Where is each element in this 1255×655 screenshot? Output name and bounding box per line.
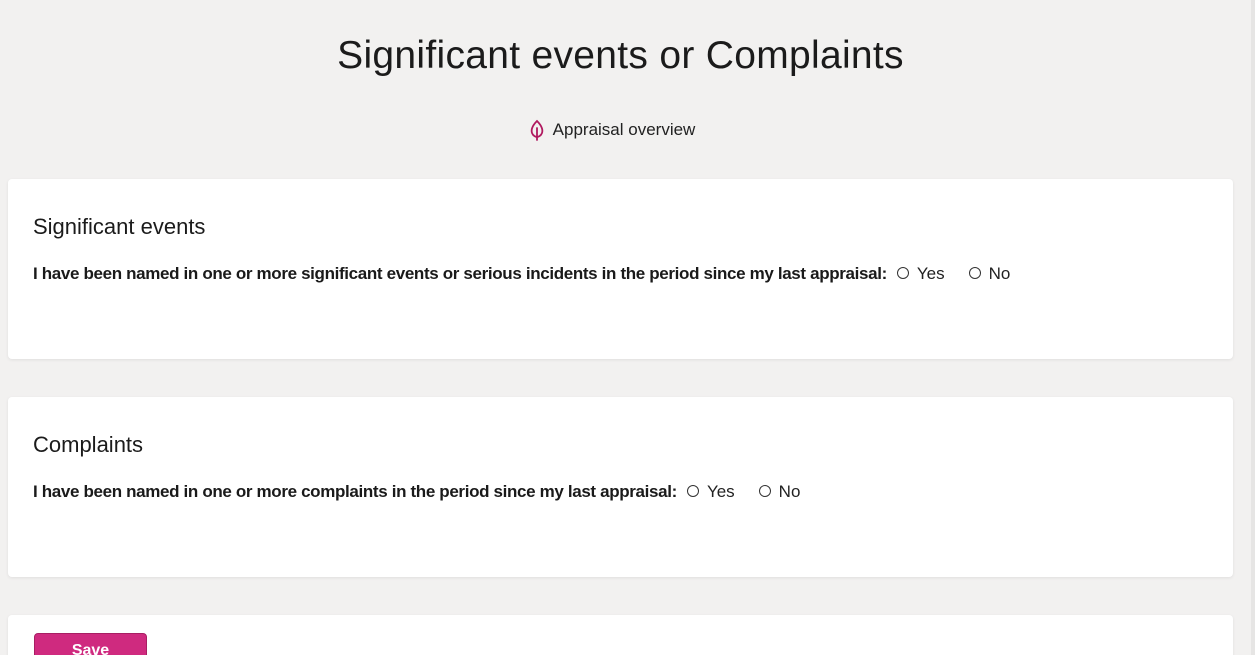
complaints-no-radio[interactable]: No	[758, 482, 801, 502]
radio-button-icon[interactable]	[968, 266, 981, 279]
radio-label-no: No	[778, 482, 801, 501]
radio-label-no: No	[988, 264, 1011, 283]
radio-button-icon[interactable]	[896, 266, 909, 279]
appraisal-overview-label: Appraisal overview	[552, 120, 696, 139]
radio-button-icon[interactable]	[758, 484, 771, 497]
actions-card: Save	[8, 615, 1233, 655]
significant-events-yes-radio[interactable]: Yes	[896, 264, 945, 284]
leaf-icon	[529, 119, 545, 141]
complaints-question-row: I have been named in one or more complai…	[33, 482, 824, 502]
appraisal-overview-link[interactable]: Appraisal overview	[0, 119, 1224, 141]
save-button[interactable]: Save	[34, 633, 147, 655]
complaints-question: I have been named in one or more complai…	[33, 482, 677, 501]
page: Significant events or Complaints Apprais…	[0, 0, 1255, 655]
significant-events-no-radio[interactable]: No	[968, 264, 1011, 284]
complaints-heading: Complaints	[33, 432, 144, 457]
significant-events-question: I have been named in one or more signifi…	[33, 264, 887, 283]
page-title: Significant events or Complaints	[337, 34, 904, 77]
complaints-card: Complaints I have been named in one or m…	[8, 397, 1233, 577]
significant-events-heading: Significant events	[33, 214, 206, 239]
radio-label-yes: Yes	[706, 482, 735, 501]
page-scrollbar[interactable]	[1251, 0, 1255, 655]
radio-button-icon[interactable]	[686, 484, 699, 497]
significant-events-card: Significant events I have been named in …	[8, 179, 1233, 359]
significant-events-question-row: I have been named in one or more signifi…	[33, 264, 1034, 284]
complaints-yes-radio[interactable]: Yes	[686, 482, 735, 502]
radio-label-yes: Yes	[916, 264, 945, 283]
